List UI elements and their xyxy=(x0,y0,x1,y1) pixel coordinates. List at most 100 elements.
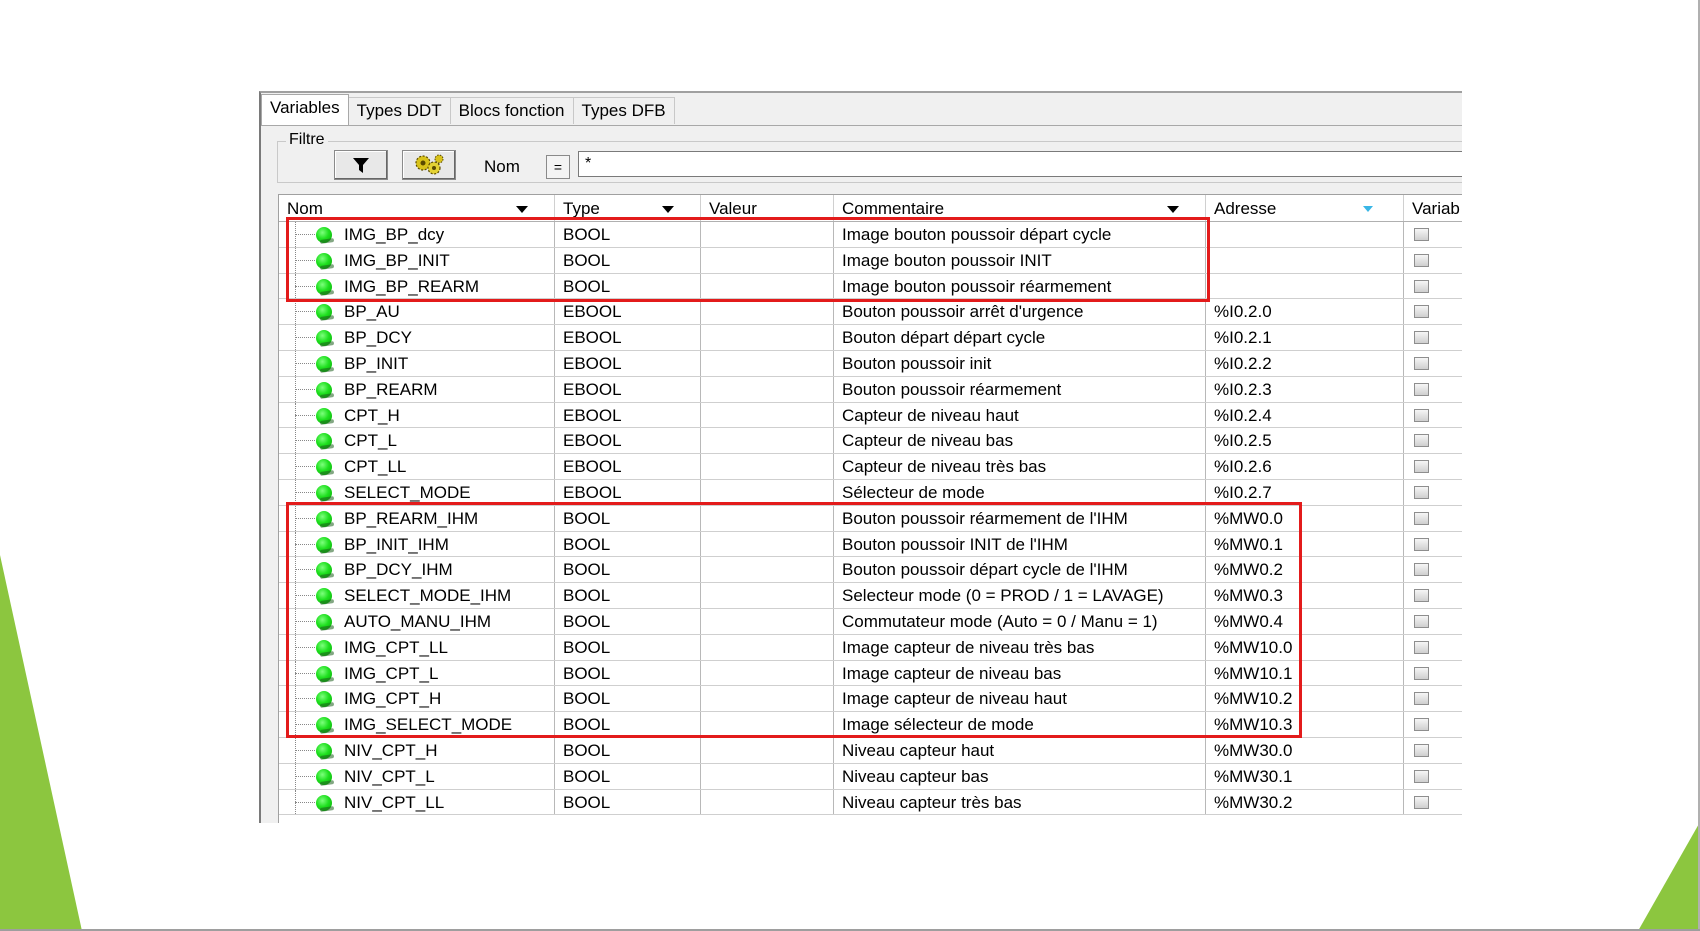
cell-address[interactable]: %MW0.4 xyxy=(1206,608,1404,634)
checkbox-icon[interactable] xyxy=(1414,589,1429,603)
cell-value[interactable] xyxy=(701,479,834,505)
cell-address[interactable]: %I0.2.7 xyxy=(1206,479,1404,505)
cell-variable[interactable] xyxy=(1404,532,1462,557)
tab-types-dfb[interactable]: Types DFB xyxy=(572,97,675,124)
cell-type[interactable]: BOOL xyxy=(555,789,701,815)
cell-value[interactable] xyxy=(701,557,834,583)
table-row[interactable]: BP_INIT EBOOL Bouton poussoir init %I0.2.2 xyxy=(279,350,1462,377)
cell-address[interactable]: %MW0.1 xyxy=(1206,531,1404,557)
cell-comment[interactable]: Bouton poussoir INIT de l'IHM xyxy=(834,531,1206,557)
cell-name[interactable]: BP_AU xyxy=(279,299,555,325)
cell-value[interactable] xyxy=(701,350,834,376)
table-row[interactable]: IMG_BP_REARM BOOL Image bouton poussoir ré… xyxy=(279,273,1462,300)
cell-value[interactable] xyxy=(701,608,834,634)
cell-comment[interactable]: Bouton poussoir arrêt d'urgence xyxy=(834,299,1206,325)
cell-address[interactable]: %I0.2.5 xyxy=(1206,428,1404,454)
name-filter-input[interactable] xyxy=(578,151,1462,177)
table-row[interactable]: BP_REARM EBOOL Bouton poussoir réarmement%… xyxy=(279,376,1462,403)
checkbox-icon[interactable] xyxy=(1414,356,1429,370)
cell-value[interactable] xyxy=(701,686,834,712)
cell-address[interactable]: %MW10.1 xyxy=(1206,660,1404,686)
table-row[interactable]: CPT_H EBOOL Capteur de niveau haut %I0.2.4 xyxy=(279,402,1462,429)
cell-variable[interactable] xyxy=(1404,428,1462,453)
cell-name[interactable]: BP_REARM xyxy=(279,376,555,402)
column-header-nom[interactable]: Nom xyxy=(279,195,555,221)
cell-address[interactable]: %MW30.2 xyxy=(1206,789,1404,815)
filter-operator-button[interactable]: = xyxy=(546,155,570,179)
cell-address[interactable]: %MW10.3 xyxy=(1206,712,1404,737)
checkbox-icon[interactable] xyxy=(1414,692,1429,706)
cell-variable[interactable] xyxy=(1404,274,1462,299)
cell-comment[interactable]: Bouton poussoir réarmement xyxy=(834,376,1206,402)
column-header-variable[interactable]: Variab xyxy=(1404,195,1462,221)
cell-name[interactable]: BP_REARM_IHM xyxy=(279,505,555,531)
column-header-valeur[interactable]: Valeur xyxy=(701,195,834,221)
table-row[interactable]: IMG_CPT_LL BOOL Image capteur de niveau tr… xyxy=(279,634,1462,661)
cell-value[interactable] xyxy=(701,505,834,531)
cell-name[interactable]: IMG_BP_INIT xyxy=(279,247,555,273)
cell-name[interactable]: BP_DCY_IHM xyxy=(279,557,555,583)
cell-name[interactable]: IMG_BP_REARM xyxy=(279,273,555,299)
cell-address[interactable]: %I0.2.1 xyxy=(1206,325,1404,350)
cell-name[interactable]: SELECT_MODE_IHM xyxy=(279,583,555,608)
cell-address[interactable]: %I0.2.6 xyxy=(1206,454,1404,479)
cell-value[interactable] xyxy=(701,222,834,247)
cell-comment[interactable]: Niveau capteur très bas xyxy=(834,789,1206,815)
cell-variable[interactable] xyxy=(1404,583,1462,608)
cell-type[interactable]: EBOOL xyxy=(555,479,701,505)
cell-type[interactable]: EBOOL xyxy=(555,376,701,402)
cell-value[interactable] xyxy=(701,763,834,789)
cell-value[interactable] xyxy=(701,454,834,479)
tab-blocs-fonction[interactable]: Blocs fonction xyxy=(449,97,574,124)
cell-address[interactable]: %I0.2.2 xyxy=(1206,350,1404,376)
cell-value[interactable] xyxy=(701,376,834,402)
cell-address[interactable]: %MW30.0 xyxy=(1206,737,1404,763)
checkbox-icon[interactable] xyxy=(1414,743,1429,757)
checkbox-icon[interactable] xyxy=(1414,666,1429,680)
cell-type[interactable]: BOOL xyxy=(555,557,701,583)
cell-name[interactable]: AUTO_MANU_IHM xyxy=(279,608,555,634)
cell-variable[interactable] xyxy=(1404,351,1462,376)
cell-name[interactable]: BP_INIT_IHM xyxy=(279,531,555,557)
cell-comment[interactable]: Bouton poussoir réarmement de l'IHM xyxy=(834,505,1206,531)
cell-type[interactable]: EBOOL xyxy=(555,350,701,376)
cell-address[interactable]: %MW10.2 xyxy=(1206,686,1404,712)
cell-address[interactable] xyxy=(1206,273,1404,299)
cell-type[interactable]: BOOL xyxy=(555,505,701,531)
checkbox-icon[interactable] xyxy=(1414,640,1429,654)
tab-types-ddt[interactable]: Types DDT xyxy=(347,97,451,124)
table-row[interactable]: IMG_CPT_H BOOL Image capteur de niveau hau… xyxy=(279,686,1462,713)
cell-value[interactable] xyxy=(701,428,834,454)
cell-variable[interactable] xyxy=(1404,325,1462,350)
cell-comment[interactable]: Bouton départ départ cycle xyxy=(834,325,1206,350)
table-row[interactable]: IMG_SELECT_MODE BOOL Image sélecteur de mo… xyxy=(279,712,1462,738)
table-row[interactable]: BP_AU EBOOL Bouton poussoir arrêt d'urgenc… xyxy=(279,299,1462,326)
cell-variable[interactable] xyxy=(1404,712,1462,737)
filter-active-icon[interactable] xyxy=(1363,206,1373,212)
cell-address[interactable]: %MW0.3 xyxy=(1206,583,1404,608)
cell-type[interactable]: BOOL xyxy=(555,686,701,712)
table-row[interactable]: NIV_CPT_H BOOL Niveau capteur haut %MW30.0 xyxy=(279,737,1462,764)
cell-variable[interactable] xyxy=(1404,557,1462,582)
cell-type[interactable]: EBOOL xyxy=(555,428,701,454)
column-header-commentaire[interactable]: Commentaire xyxy=(834,195,1206,221)
table-row[interactable]: SELECT_MODE_IHM BOOL Selecteur mode (0 = P… xyxy=(279,583,1462,609)
cell-value[interactable] xyxy=(701,273,834,299)
cell-variable[interactable] xyxy=(1404,506,1462,531)
tab-variables[interactable]: Variables xyxy=(261,94,349,125)
cell-type[interactable]: BOOL xyxy=(555,531,701,557)
cell-name[interactable]: BP_DCY xyxy=(279,325,555,350)
cell-variable[interactable] xyxy=(1404,686,1462,711)
cell-comment[interactable]: Sélecteur de mode xyxy=(834,479,1206,505)
variable-tools-button[interactable] xyxy=(402,150,456,180)
cell-variable[interactable] xyxy=(1404,403,1462,428)
cell-value[interactable] xyxy=(701,712,834,737)
cell-name[interactable]: NIV_CPT_LL xyxy=(279,789,555,815)
cell-address[interactable]: %I0.2.0 xyxy=(1206,299,1404,325)
checkbox-icon[interactable] xyxy=(1414,537,1429,551)
cell-address[interactable]: %I0.2.4 xyxy=(1206,402,1404,428)
cell-name[interactable]: BP_INIT xyxy=(279,350,555,376)
checkbox-icon[interactable] xyxy=(1414,485,1429,499)
chevron-down-icon[interactable] xyxy=(516,206,528,213)
table-row[interactable]: BP_INIT_IHM BOOL Bouton poussoir INIT de l… xyxy=(279,531,1462,558)
